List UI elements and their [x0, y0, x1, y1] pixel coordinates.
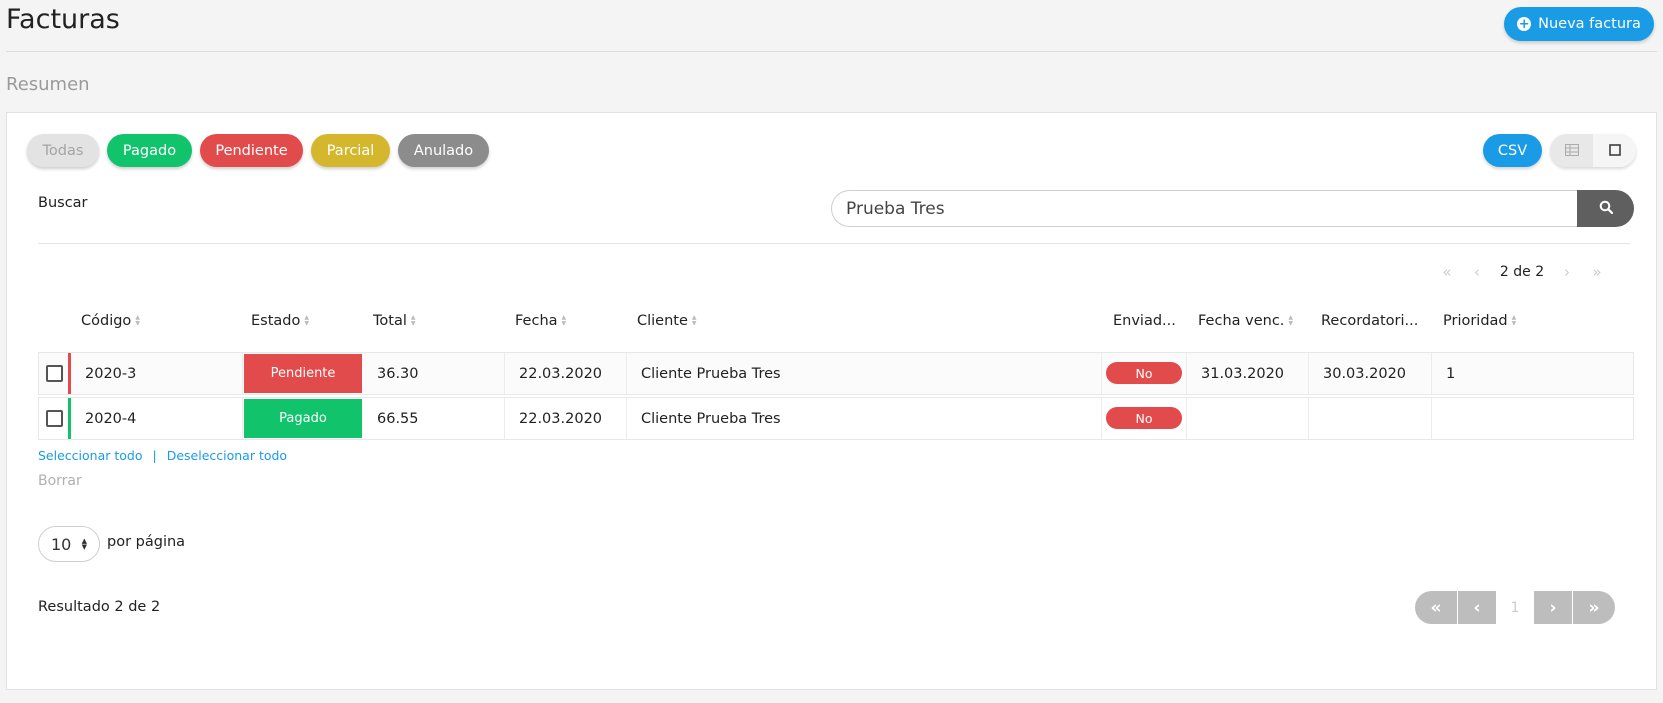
- cell-prioridad: [1432, 398, 1633, 439]
- filter-parcial[interactable]: Parcial: [311, 134, 390, 167]
- cell-total: 36.30: [363, 353, 505, 394]
- invoices-card: Todas Pagado Pendiente Parcial Anulado C…: [6, 112, 1657, 690]
- cell-recordatorio: [1309, 398, 1432, 439]
- new-invoice-button[interactable]: + Nueva factura: [1504, 7, 1654, 41]
- filter-todas[interactable]: Todas: [27, 134, 99, 167]
- filter-anulado[interactable]: Anulado: [398, 134, 489, 167]
- table-row[interactable]: 2020-4 Pagado 66.55 22.03.2020 Cliente P…: [38, 397, 1634, 440]
- cell-prioridad: 1: [1446, 365, 1456, 382]
- deselect-all-link[interactable]: Deseleccionar todo: [167, 448, 287, 463]
- sort-icon: ▲ ▼: [410, 314, 416, 327]
- column-header-fecha-venc[interactable]: Fecha venc. ▲ ▼: [1198, 313, 1293, 329]
- sort-icon: ▲ ▼: [1288, 314, 1294, 327]
- current-page: 1: [1497, 591, 1533, 624]
- table-view-button[interactable]: [1550, 134, 1593, 167]
- bottom-pagination: « ‹ 1 › »: [1415, 591, 1615, 624]
- result-count: Resultado 2 de 2: [38, 599, 161, 615]
- sent-badge: No: [1106, 362, 1182, 384]
- table-icon: [1564, 141, 1579, 160]
- square-icon: [1608, 141, 1621, 160]
- view-toggle: [1550, 134, 1636, 167]
- top-pagination: « ‹ 2 de 2 › »: [1432, 260, 1632, 284]
- column-header-recordatorio[interactable]: Recordatori...: [1321, 313, 1418, 329]
- select-arrows-icon: ▲ ▼: [81, 537, 87, 551]
- column-header-cliente[interactable]: Cliente ▲ ▼: [637, 313, 697, 329]
- status-badge: Pendiente: [244, 354, 362, 393]
- first-page-icon[interactable]: «: [1432, 263, 1462, 281]
- column-header-codigo[interactable]: Código ▲ ▼: [81, 313, 140, 329]
- select-all-link[interactable]: Seleccionar todo: [38, 448, 142, 463]
- status-badge: Pagado: [244, 399, 362, 438]
- cell-total: 66.55: [363, 398, 505, 439]
- per-page-label: por página: [107, 534, 186, 550]
- link-separator: |: [152, 448, 157, 463]
- search-input[interactable]: [831, 190, 1577, 227]
- sort-icon: ▲ ▼: [1511, 314, 1517, 327]
- per-page-value: 10: [51, 534, 72, 554]
- filter-pagado[interactable]: Pagado: [107, 134, 192, 167]
- sort-icon: ▲ ▼: [135, 314, 140, 327]
- new-invoice-label: Nueva factura: [1538, 16, 1641, 32]
- card-view-button[interactable]: [1593, 134, 1636, 167]
- cell-cliente: Cliente Prueba Tres: [627, 353, 1102, 394]
- sort-icon: ▲ ▼: [691, 314, 697, 327]
- last-page-icon[interactable]: »: [1582, 263, 1612, 281]
- column-header-enviado[interactable]: Enviad...: [1113, 313, 1176, 329]
- next-page-icon[interactable]: ›: [1552, 263, 1582, 281]
- cell-codigo: 2020-3: [71, 353, 243, 394]
- cell-cliente: Cliente Prueba Tres: [627, 398, 1102, 439]
- column-header-estado[interactable]: Estado ▲ ▼: [251, 313, 309, 329]
- plus-circle-icon: +: [1517, 16, 1532, 32]
- column-header-fecha[interactable]: Fecha ▲ ▼: [515, 313, 566, 329]
- page-info: 2 de 2: [1499, 264, 1545, 280]
- last-page-button[interactable]: »: [1573, 591, 1615, 624]
- search-icon: [1599, 199, 1613, 218]
- table-row[interactable]: 2020-3 Pendiente 36.30 22.03.2020 Client…: [38, 352, 1634, 395]
- cell-recordatorio: 30.03.2020: [1309, 353, 1432, 394]
- section-subtitle: Resumen: [6, 74, 90, 95]
- delete-link[interactable]: Borrar: [38, 473, 82, 489]
- sort-icon: ▲ ▼: [561, 314, 567, 327]
- search-label: Buscar: [38, 195, 88, 211]
- prev-page-icon[interactable]: ‹: [1462, 263, 1492, 281]
- column-header-prioridad[interactable]: Prioridad ▲ ▼: [1443, 313, 1516, 329]
- sort-icon: ▲ ▼: [304, 314, 309, 327]
- selection-links: Seleccionar todo | Deseleccionar todo: [38, 448, 287, 463]
- row-checkbox[interactable]: [46, 365, 63, 382]
- prev-page-button[interactable]: ‹: [1458, 591, 1496, 624]
- header-divider: [6, 51, 1657, 52]
- cell-fecha-venc: 31.03.2020: [1187, 353, 1309, 394]
- cell-codigo: 2020-4: [71, 398, 243, 439]
- per-page-select[interactable]: 10 ▲ ▼: [38, 526, 100, 562]
- column-header-total[interactable]: Total ▲ ▼: [373, 313, 416, 329]
- cell-fecha: 22.03.2020: [505, 353, 627, 394]
- sent-badge: No: [1106, 407, 1182, 429]
- page-title: Facturas: [6, 4, 120, 35]
- csv-export-button[interactable]: CSV: [1483, 134, 1542, 167]
- next-page-button[interactable]: ›: [1534, 591, 1572, 624]
- filter-pendiente[interactable]: Pendiente: [200, 134, 303, 167]
- cell-fecha-venc: [1187, 398, 1309, 439]
- search-button[interactable]: [1577, 190, 1634, 227]
- cell-fecha: 22.03.2020: [505, 398, 627, 439]
- first-page-button[interactable]: «: [1415, 591, 1457, 624]
- row-checkbox[interactable]: [46, 410, 63, 427]
- search-divider: [38, 243, 1630, 244]
